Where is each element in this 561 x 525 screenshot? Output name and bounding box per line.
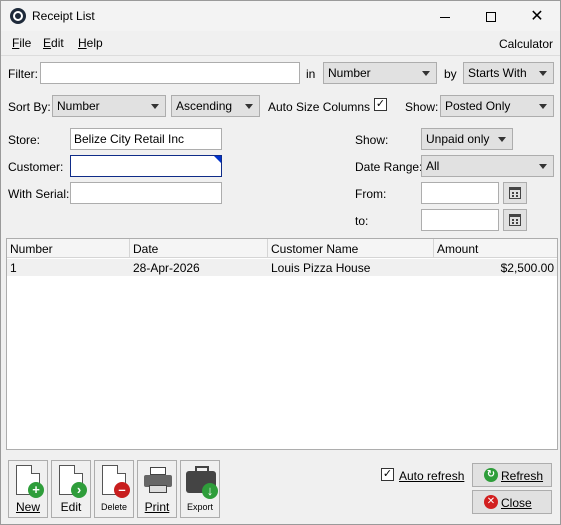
chevron-down-icon (245, 104, 253, 109)
close-x-icon: ✕ (484, 495, 498, 509)
calendar-icon (509, 214, 521, 226)
app-logo-icon (10, 8, 26, 24)
delete-button-label: Delete (100, 502, 127, 512)
from-date-picker-button[interactable] (503, 182, 527, 204)
new-button-label: New (15, 500, 40, 514)
menu-calculator[interactable]: Calculator (499, 37, 553, 51)
filter-label: Filter: (8, 67, 38, 81)
refresh-button-label: Refresh (501, 469, 544, 483)
menu-help[interactable]: Help (78, 36, 103, 50)
serial-input[interactable] (70, 182, 222, 204)
new-button[interactable]: + New (8, 460, 48, 518)
export-button-label: Export (186, 502, 213, 512)
filter-input[interactable] (40, 62, 300, 84)
export-arrow-icon: ↓ (202, 483, 218, 499)
auto-refresh-label: Auto refresh (399, 469, 465, 483)
sort-order-select[interactable]: Ascending (171, 95, 260, 117)
payment-show-label: Show: (355, 133, 389, 147)
window-title: Receipt List (32, 9, 95, 23)
close-icon: ✕ (530, 8, 544, 25)
arrow-right-icon: › (71, 482, 87, 498)
minimize-button[interactable] (422, 1, 468, 31)
store-label: Store: (8, 133, 41, 147)
calendar-icon (509, 187, 521, 199)
sort-field-select[interactable]: Number (52, 95, 166, 117)
minus-icon: – (114, 482, 130, 498)
maximize-button[interactable] (468, 1, 514, 31)
column-header-customer-name[interactable]: Customer Name (268, 239, 434, 258)
print-button-label: Print (144, 500, 170, 514)
cell-number: 1 (10, 261, 17, 275)
auto-refresh-checkbox[interactable]: ✓ (381, 468, 394, 481)
grid-header: Number Date Customer Name Amount (7, 239, 557, 258)
refresh-icon: ↻ (484, 468, 498, 482)
delete-button[interactable]: – Delete (94, 460, 134, 518)
auto-size-columns-label: Auto Size Columns (268, 100, 371, 114)
close-window-button[interactable]: ✕ (514, 1, 560, 31)
export-button[interactable]: ↓ Export (180, 460, 220, 518)
column-header-date[interactable]: Date (130, 239, 268, 258)
close-button[interactable]: ✕ Close (472, 490, 552, 514)
column-header-amount[interactable]: Amount (434, 239, 557, 258)
menu-file[interactable]: File (12, 36, 31, 50)
menu-bar: File Edit Help Calculator (1, 33, 560, 53)
title-bar: Receipt List ✕ (1, 1, 560, 31)
customer-label: Customer: (8, 160, 64, 174)
show-posted-select[interactable]: Posted Only (440, 95, 554, 117)
chevron-down-icon (422, 71, 430, 76)
chevron-down-icon (539, 71, 547, 76)
chevron-down-icon (539, 164, 547, 169)
from-date-input[interactable] (421, 182, 499, 204)
cell-date: 28-Apr-2026 (133, 261, 200, 275)
cell-amount: $2,500.00 (500, 261, 554, 275)
filter-mode-value: Starts With (468, 66, 527, 80)
serial-label: With Serial: (8, 187, 70, 201)
plus-icon: + (28, 482, 44, 498)
auto-size-columns-checkbox[interactable]: ✓ (374, 98, 387, 111)
menu-separator (1, 55, 560, 56)
table-row[interactable]: 1 28-Apr-2026 Louis Pizza House $2,500.0… (7, 259, 557, 276)
store-input[interactable]: Belize City Retail Inc (70, 128, 222, 150)
date-range-value: All (426, 159, 440, 173)
customer-input[interactable] (70, 155, 222, 177)
filter-mode-select[interactable]: Starts With (463, 62, 554, 84)
to-date-input[interactable] (421, 209, 499, 231)
show-posted-value: Posted Only (445, 99, 511, 113)
filter-field-value: Number (328, 66, 371, 80)
close-button-label: Close (501, 496, 532, 510)
sort-order-value: Ascending (176, 99, 233, 113)
maximize-icon (486, 12, 496, 23)
payment-status-select[interactable]: Unpaid only (421, 128, 513, 150)
print-button[interactable]: Print (137, 460, 177, 518)
receipt-grid[interactable]: Number Date Customer Name Amount 1 28-Ap… (6, 238, 558, 450)
date-range-select[interactable]: All (421, 155, 554, 177)
check-icon: ✓ (382, 468, 393, 480)
chevron-down-icon (539, 104, 547, 109)
payment-status-value: Unpaid only (426, 132, 490, 146)
date-range-label: Date Range: (355, 160, 423, 174)
chevron-down-icon (151, 104, 159, 109)
to-label: to: (355, 214, 369, 228)
printer-icon (144, 467, 172, 493)
chevron-down-icon (498, 137, 506, 142)
menu-edit[interactable]: Edit (43, 36, 64, 50)
check-icon: ✓ (375, 98, 386, 110)
to-date-picker-button[interactable] (503, 209, 527, 231)
column-header-number[interactable]: Number (7, 239, 130, 258)
minimize-icon (440, 16, 450, 18)
edit-button-label: Edit (60, 500, 82, 514)
sort-field-value: Number (57, 99, 100, 113)
edit-button[interactable]: › Edit (51, 460, 91, 518)
from-label: From: (355, 187, 387, 201)
sort-by-label: Sort By: (8, 100, 51, 114)
filter-by-label: by (444, 67, 457, 81)
filter-field-select[interactable]: Number (323, 62, 437, 84)
receipt-list-window: Receipt List ✕ File Edit Help Calculator… (0, 0, 561, 525)
show-posted-label: Show: (405, 100, 439, 114)
refresh-button[interactable]: ↻ Refresh (472, 463, 552, 487)
cell-customer-name: Louis Pizza House (271, 261, 371, 275)
filter-in-label: in (306, 67, 316, 81)
